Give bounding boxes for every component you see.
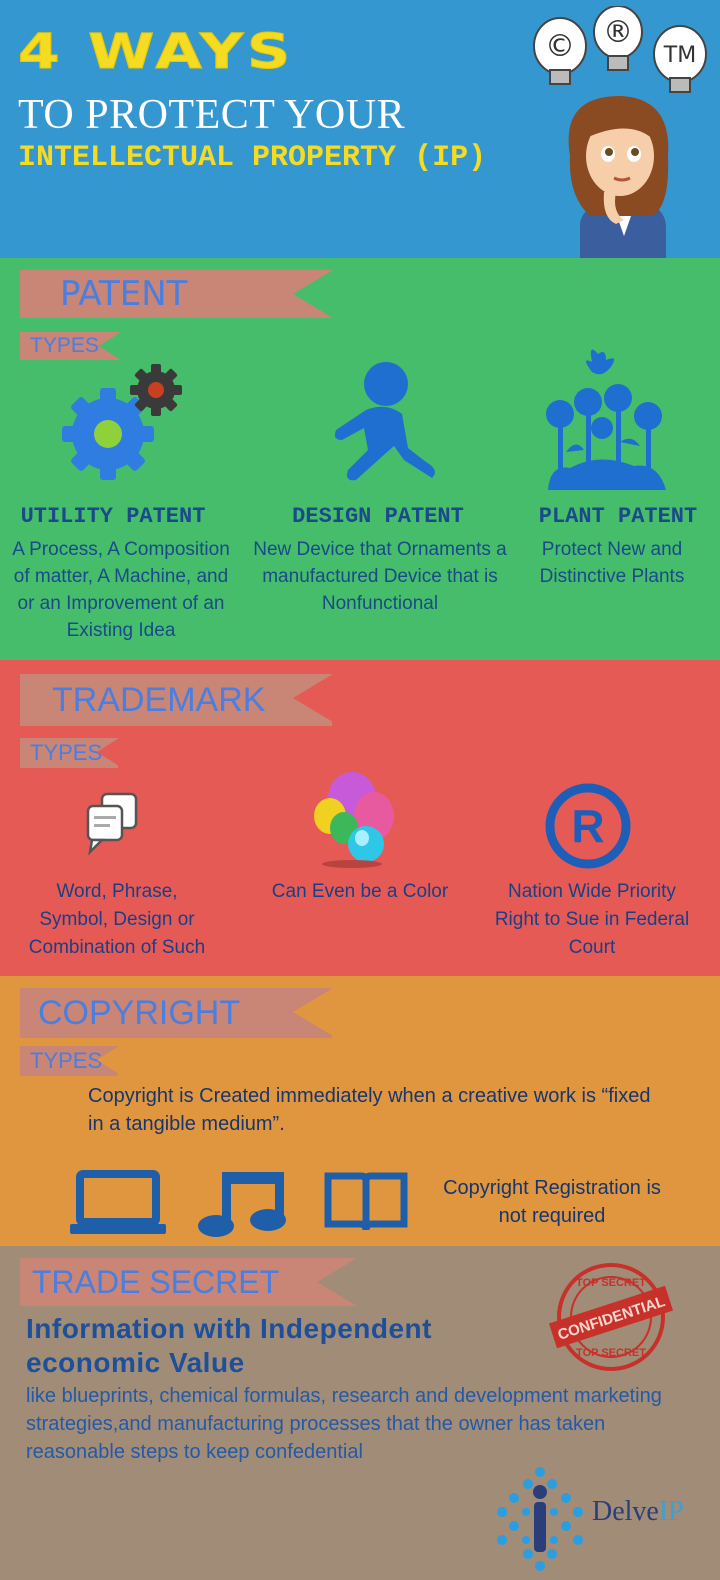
registered-symbol: R xyxy=(571,800,604,852)
confidential-stamp-icon: TOP SECRET CONFIDENTIAL TOP SECRET xyxy=(548,1263,674,1371)
chat-bubbles-icon xyxy=(86,792,138,856)
copyright-registration-text: Copyright Registration is not required xyxy=(443,1177,661,1227)
utility-patent-title: UTILITY PATENT xyxy=(20,504,206,529)
header-section: 4 WAYS TO PROTECT YOUR INTELLECTUAL PROP… xyxy=(0,0,720,258)
delveip-logo-icon xyxy=(497,1467,583,1571)
utility-patent-text: A Process, A Composition of matter, A Ma… xyxy=(12,539,230,641)
patent-banner: PATENT xyxy=(20,270,333,318)
copyright-text: Copyright is Created immediately when a … xyxy=(88,1085,651,1135)
trade-secret-section: TRADE SECRET Information with Independen… xyxy=(0,1246,720,1580)
stamp-top-text: TOP SECRET xyxy=(576,1277,646,1289)
trade-secret-title: Information with Independent economic Va… xyxy=(26,1313,432,1378)
infographic: 4 WAYS TO PROTECT YOUR INTELLECTUAL PROP… xyxy=(0,0,720,1580)
design-patent-title: DESIGN PATENT xyxy=(292,504,464,529)
design-patent-text: New Device that Ornaments a manufactured… xyxy=(253,539,507,614)
gears-icon xyxy=(62,364,182,480)
trademark-types-label: TYPES xyxy=(30,740,103,765)
patent-types-tag: TYPES xyxy=(20,332,121,360)
trade-secret-banner: TRADE SECRET xyxy=(20,1258,357,1306)
patent-section: PATENT TYPES UTILITY PATENT DESIGN PATEN… xyxy=(0,258,720,660)
registered-icon: ® xyxy=(603,15,633,50)
color-bubbles-icon xyxy=(314,772,394,868)
copyright-banner: COPYRIGHT xyxy=(20,988,333,1038)
stamp-bottom-text: TOP SECRET xyxy=(576,1347,646,1359)
title-line-3: INTELLECTUAL PROPERTY (IP) xyxy=(18,141,487,175)
trademark-types-tag: TYPES xyxy=(20,738,119,768)
logo-text-ip: IP xyxy=(658,1496,684,1527)
copyright-types-label: TYPES xyxy=(30,1048,103,1073)
logo-text-delve: Delve xyxy=(592,1496,659,1527)
trademark-priority-text: Nation Wide Priority Right to Sue in Fed… xyxy=(494,881,690,958)
book-icon xyxy=(324,1172,408,1231)
delveip-logo-text: DelveIP xyxy=(592,1496,684,1528)
trademark-icon: TM xyxy=(663,43,696,68)
trademark-banner: TRADEMARK xyxy=(20,674,333,726)
title-line-1: 4 WAYS xyxy=(17,24,294,81)
copyright-section: COPYRIGHT TYPES Copyright is Created imm… xyxy=(0,976,720,1246)
patent-types-label: TYPES xyxy=(30,334,99,357)
music-note-icon xyxy=(198,1172,286,1237)
registered-icon: R xyxy=(545,783,631,869)
trademark-heading: TRADEMARK xyxy=(52,681,266,719)
patent-heading: PATENT xyxy=(60,274,188,314)
copyright-types-tag: TYPES xyxy=(20,1046,119,1076)
trade-secret-heading: TRADE SECRET xyxy=(32,1264,280,1300)
thinking-woman-icon: © ® TM xyxy=(533,6,707,258)
copyright-icon: © xyxy=(545,29,575,64)
laptop-icon xyxy=(70,1170,166,1234)
plant-patent-text: Protect New and Distinctive Plants xyxy=(539,539,685,587)
title-line-2: TO PROTECT YOUR xyxy=(18,92,406,138)
trade-secret-text: like blueprints, chemical formulas, rese… xyxy=(26,1385,662,1463)
plant-patent-title: PLANT PATENT xyxy=(538,504,698,529)
trademark-color-text: Can Even be a Color xyxy=(271,881,449,902)
person-icon xyxy=(334,362,435,481)
copyright-heading: COPYRIGHT xyxy=(38,994,241,1032)
trademark-word-text: Word, Phrase, Symbol, Design or Combinat… xyxy=(28,881,206,958)
trademark-section: TRADEMARK TYPES R Word, Phrase, Symbol, … xyxy=(0,660,720,976)
plants-icon xyxy=(546,349,666,490)
